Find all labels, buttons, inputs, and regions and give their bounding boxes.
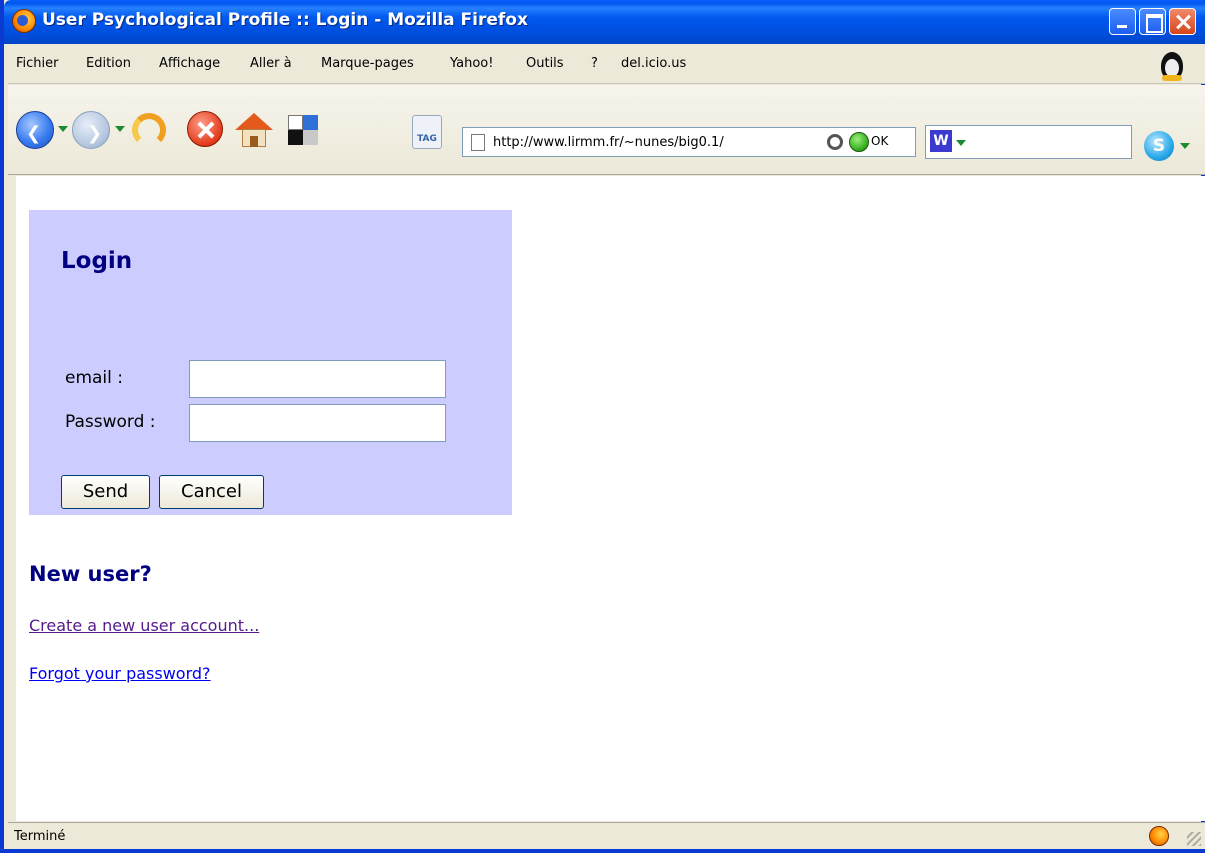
page-icon [471,134,485,151]
search-box[interactable]: W [925,125,1132,159]
email-label: email : [65,368,124,388]
menu-aller-a[interactable]: Aller à [250,56,292,71]
page-content: Login email : Password : Send Cancel New… [16,176,1205,821]
menu-help[interactable]: ? [591,56,598,71]
tag-icon[interactable]: TAG [412,115,442,149]
menu-outils[interactable]: Outils [526,56,564,71]
menu-marque-pages[interactable]: Marque-pages [321,56,414,71]
password-field[interactable] [189,404,446,442]
new-user-heading: New user? [29,562,152,586]
password-label: Password : [65,412,156,432]
home-icon[interactable] [235,111,273,149]
status-bar: Terminé [8,822,1205,849]
browser-window: User Psychological Profile :: Login - Mo… [0,0,1205,853]
ok-status-icon [849,132,869,152]
maximize-button[interactable] [1139,8,1166,35]
delicious-icon[interactable] [288,115,318,145]
tux-icon [1155,46,1189,82]
forward-history-dropdown-icon[interactable] [115,126,125,132]
url-input[interactable] [493,132,823,152]
firefox-status-icon [1149,826,1169,846]
menu-delicious[interactable]: del.icio.us [621,56,686,71]
search-engine-icon[interactable]: W [930,130,952,152]
skype-dropdown-icon[interactable] [1180,143,1190,149]
address-bar[interactable]: OK [462,127,916,157]
login-panel: Login email : Password : Send Cancel [29,210,512,515]
close-button[interactable] [1169,8,1196,35]
minimize-button[interactable] [1109,8,1136,35]
resize-grip-icon[interactable] [1187,832,1201,846]
login-heading: Login [61,248,133,274]
menu-edition[interactable]: Edition [86,56,131,71]
window-title: User Psychological Profile :: Login - Mo… [42,10,528,30]
cancel-button[interactable]: Cancel [159,475,264,509]
go-icon[interactable] [827,134,843,150]
stop-icon[interactable] [187,111,223,147]
menu-affichage[interactable]: Affichage [159,56,220,71]
status-text: Terminé [14,829,66,844]
menu-fichier[interactable]: Fichier [16,56,59,71]
title-bar[interactable]: User Psychological Profile :: Login - Mo… [4,0,1205,44]
back-history-dropdown-icon[interactable] [58,126,68,132]
forgot-password-link[interactable]: Forgot your password? [29,664,211,683]
send-button[interactable]: Send [61,475,150,509]
create-account-link[interactable]: Create a new user account... [29,616,259,635]
back-icon[interactable]: ❮ [16,111,54,149]
firefox-icon [12,9,36,33]
ok-label: OK [871,134,889,148]
menu-yahoo[interactable]: Yahoo! [450,56,493,71]
forward-icon[interactable]: ❯ [72,111,110,149]
search-engine-dropdown-icon[interactable] [956,140,966,146]
skype-icon[interactable]: S [1144,131,1174,161]
email-field[interactable] [189,360,446,398]
menu-bar: Fichier Edition Affichage Aller à Marque… [8,44,1205,84]
reload-icon[interactable] [132,113,166,147]
